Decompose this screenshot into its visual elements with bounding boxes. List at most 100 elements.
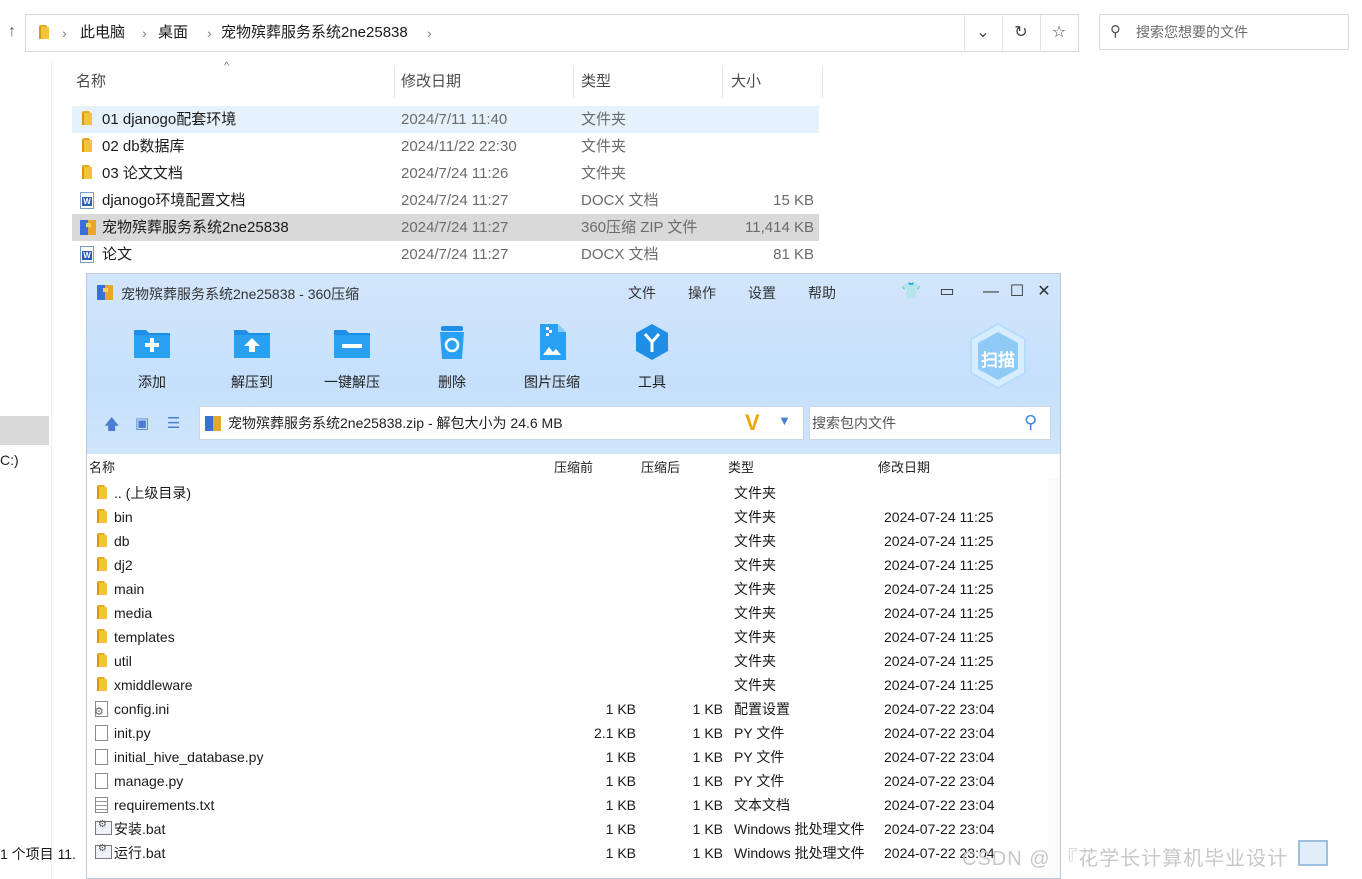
address-bar[interactable]: › 此电脑 › 桌面 › 宠物殡葬服务系统2ne25838 › ⌄ ↻ ☆ — [25, 14, 1079, 52]
scan-button[interactable]: 扫描 — [967, 322, 1029, 390]
archive-row[interactable]: initial_hive_database.py 1 KB 1 KB PY 文件 202… — [87, 745, 1060, 769]
watermark-text: CSDN @ 『花学长计算机毕业设计 — [962, 848, 1289, 870]
toolbar-add-button[interactable]: 添加 — [107, 324, 197, 392]
file-name: 宠物殡葬服务系统2ne25838 — [102, 219, 289, 236]
archive-icon-slot — [95, 629, 109, 643]
breadcrumb-item[interactable]: 此电脑 — [80, 15, 125, 51]
column-header-date[interactable]: 修改日期 — [878, 458, 930, 478]
file-date: 2024/7/24 11:27 — [401, 192, 509, 209]
up-arrow-icon[interactable]: ↑ — [2, 20, 22, 44]
column-divider[interactable] — [822, 66, 823, 98]
archive-name: media — [114, 605, 153, 621]
archive-row[interactable]: init.py 2.1 KB 1 KB PY 文件 2024-07-22 23:04 — [87, 721, 1060, 745]
archive-date: 2024-07-22 23:04 — [884, 749, 995, 765]
column-header-before[interactable]: 压缩前 — [554, 458, 593, 478]
menu-settings[interactable]: 设置 — [748, 283, 776, 303]
text-file-icon — [95, 797, 108, 813]
folder-icon — [80, 165, 94, 179]
file-name: djanogo环境配置文档 — [102, 192, 246, 209]
archive-row[interactable]: dj2 文件夹 2024-07-24 11:25 — [87, 553, 1060, 577]
menu-operation[interactable]: 操作 — [688, 283, 716, 303]
up-level-icon[interactable]: 🡅 — [104, 414, 119, 439]
folder-icon — [95, 677, 109, 691]
file-name: 论文 — [102, 246, 133, 263]
dropdown-arrow-icon[interactable]: ▼ — [778, 413, 791, 428]
thumbnail-view-icon[interactable]: ▣ — [135, 414, 149, 432]
archive-row[interactable]: media 文件夹 2024-07-24 11:25 — [87, 601, 1060, 625]
archive-row[interactable]: requirements.txt 1 KB 1 KB 文本文档 2024-07-22 2… — [87, 793, 1060, 817]
toolbar-tools-button[interactable]: 工具 — [607, 324, 697, 392]
refresh-icon[interactable]: ↻ — [1002, 15, 1039, 51]
path-text: 宠物殡葬服务系统2ne25838.zip - 解包大小为 24.6 MB — [228, 415, 563, 431]
folder-icon — [95, 557, 109, 571]
column-divider[interactable] — [394, 66, 395, 98]
column-header-date[interactable]: 修改日期 — [401, 66, 461, 98]
chevron-right-icon: › — [62, 25, 67, 41]
archive-row[interactable]: .. (上级目录) 文件夹 — [87, 481, 1060, 505]
menu-help[interactable]: 帮助 — [808, 283, 836, 303]
search-icon[interactable]: ⚲ — [1024, 412, 1037, 433]
archive-row[interactable]: db 文件夹 2024-07-24 11:25 — [87, 529, 1060, 553]
star-icon[interactable]: ☆ — [1040, 15, 1077, 51]
file-row[interactable]: 01 djanogo配套环境 2024/7/11 11:40 文件夹 — [72, 106, 819, 133]
archive-search-input[interactable]: 搜索包内文件 ⚲ — [809, 406, 1051, 440]
archive-type: PY 文件 — [734, 725, 785, 741]
selection-box — [1298, 840, 1328, 866]
archive-icon-slot — [95, 581, 109, 595]
file-row[interactable]: 02 db数据库 2024/11/22 22:30 文件夹 — [72, 133, 819, 160]
toolbar-image-compress-button[interactable]: 图片压缩 — [507, 324, 597, 392]
maximize-button[interactable]: ☐ — [1005, 280, 1029, 304]
nav-item-selected[interactable] — [0, 416, 49, 445]
toolbar-label: 解压到 — [231, 374, 273, 390]
archive-type: PY 文件 — [734, 749, 785, 765]
file-row[interactable]: Wdjanogo环境配置文档 2024/7/24 11:27 DOCX 文档 15 K… — [72, 187, 819, 214]
nav-item-drive[interactable]: C:) — [0, 452, 19, 468]
archive-name: 运行.bat — [114, 845, 166, 861]
archive-row[interactable]: xmiddleware 文件夹 2024-07-24 11:25 — [87, 673, 1060, 697]
column-header-size[interactable]: 大小 — [731, 66, 761, 98]
toolbar-delete-button[interactable]: 删除 — [407, 324, 497, 392]
archive-row[interactable]: bin 文件夹 2024-07-24 11:25 — [87, 505, 1060, 529]
path-bar[interactable]: 宠物殡葬服务系统2ne25838.zip - 解包大小为 24.6 MB V ▼ — [199, 406, 804, 440]
column-header-type[interactable]: 类型 — [581, 66, 611, 98]
file-size: 11,414 KB — [745, 219, 814, 236]
chevron-right-icon[interactable]: › — [427, 15, 432, 51]
chevron-down-icon[interactable]: ⌄ — [964, 15, 1001, 51]
archive-row[interactable]: 运行.bat1 KB1 KBWindows 批处理文件2024-07-22 23… — [87, 841, 1060, 865]
feedback-icon[interactable]: ▭ — [935, 280, 959, 304]
file-row[interactable]: 宠物殡葬服务系统2ne25838 2024/7/24 11:27 360压缩 ZIP… — [72, 214, 819, 241]
file-type: DOCX 文档 — [581, 192, 659, 209]
close-button[interactable]: ✕ — [1032, 280, 1056, 304]
archive-row[interactable]: util 文件夹 2024-07-24 11:25 — [87, 649, 1060, 673]
file-row[interactable]: W 论文 2024/7/24 11:27 DOCX 文档 81 KB — [72, 241, 819, 268]
archive-before: 1 KB — [605, 797, 636, 813]
vip-icon[interactable]: V — [745, 410, 760, 436]
toolbar-extract-to-button[interactable]: 解压到 — [207, 324, 297, 392]
archive-row[interactable]: config.ini 1 KB 1 KB 配置设置 2024-07-22 23:04 — [87, 697, 1060, 721]
search-input[interactable]: ⚲ 搜索您想要的文件 — [1099, 14, 1349, 50]
column-divider[interactable] — [722, 66, 723, 98]
toolbar-one-click-extract-button[interactable]: 一键解压 — [307, 324, 397, 392]
column-divider[interactable] — [573, 66, 574, 98]
config-file-icon — [94, 701, 108, 718]
folder-icon — [80, 138, 94, 152]
archive-row[interactable]: manage.py 1 KB 1 KB PY 文件 2024-07-22 23:04 — [87, 769, 1060, 793]
column-header-name[interactable]: 名称 — [76, 66, 106, 98]
file-icon-slot: W — [80, 192, 96, 209]
list-view-icon[interactable]: ☰ — [167, 414, 180, 432]
column-header-type[interactable]: 类型 — [728, 458, 754, 478]
breadcrumb-item[interactable]: 宠物殡葬服务系统2ne25838 — [221, 15, 408, 51]
archive-before: 2.1 KB — [593, 725, 636, 741]
skin-icon[interactable]: 👕 — [899, 280, 923, 304]
menu-file[interactable]: 文件 — [628, 283, 656, 303]
minimize-button[interactable]: — — [979, 280, 1003, 304]
breadcrumb-item[interactable]: 桌面 — [158, 15, 188, 51]
archive-row[interactable]: main 文件夹 2024-07-24 11:25 — [87, 577, 1060, 601]
column-header-after[interactable]: 压缩后 — [641, 458, 680, 478]
column-header-name[interactable]: 名称 — [89, 458, 115, 478]
archive-row[interactable]: templates 文件夹 2024-07-24 11:25 — [87, 625, 1060, 649]
toolbar-label: 工具 — [638, 374, 666, 390]
file-row[interactable]: 03 论文文档 2024/7/24 11:26 文件夹 — [72, 160, 819, 187]
vertical-scrollbar[interactable] — [1048, 478, 1060, 878]
archive-row[interactable]: 安装.bat 1 KB 1 KB Windows 批处理文件 2024-07-22 23… — [87, 817, 1060, 841]
